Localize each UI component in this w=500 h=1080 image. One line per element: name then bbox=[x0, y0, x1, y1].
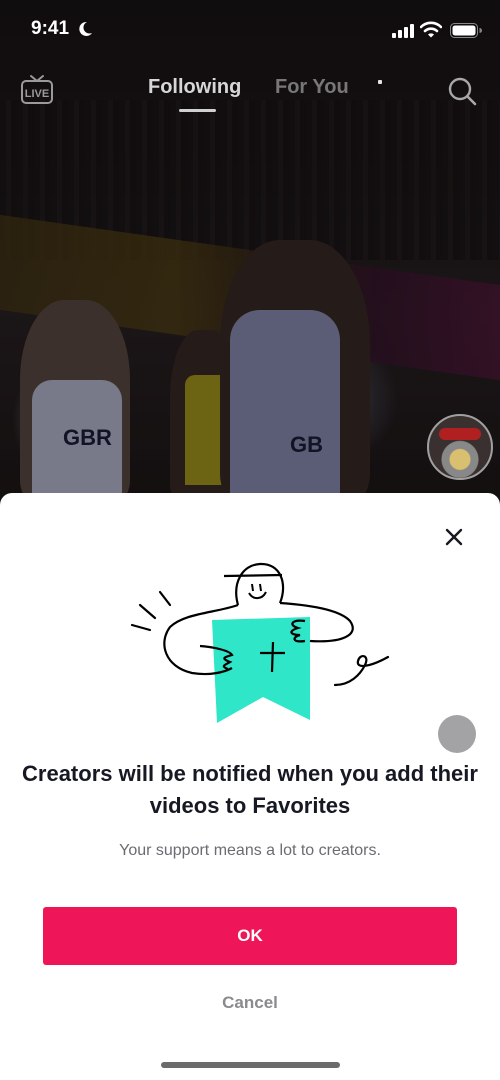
notification-dot bbox=[378, 80, 382, 84]
status-time: 9:41 bbox=[31, 18, 70, 39]
creator-avatar[interactable] bbox=[427, 414, 493, 480]
cancel-button[interactable]: Cancel bbox=[150, 988, 350, 1018]
bookmark-hug-illustration bbox=[130, 562, 390, 723]
live-icon[interactable]: LIVE bbox=[20, 73, 54, 107]
tab-for-you[interactable]: For You bbox=[275, 76, 349, 99]
assistive-touch-dot[interactable] bbox=[438, 715, 476, 753]
close-icon[interactable] bbox=[443, 526, 465, 548]
active-tab-indicator bbox=[179, 109, 216, 112]
signal-icon bbox=[392, 24, 414, 38]
tab-following[interactable]: Following bbox=[148, 76, 241, 99]
home-indicator[interactable] bbox=[161, 1062, 340, 1068]
top-nav: LIVE Following For You bbox=[0, 65, 500, 125]
search-icon[interactable] bbox=[446, 75, 478, 107]
avatar-glasses bbox=[439, 428, 481, 440]
favorites-notice-sheet: Creators will be notified when you add t… bbox=[0, 493, 500, 1080]
ok-button[interactable]: OK bbox=[43, 907, 457, 965]
sheet-title: Creators will be notified when you add t… bbox=[22, 761, 478, 818]
wifi-icon bbox=[420, 21, 442, 38]
status-bar: 9:41 bbox=[0, 0, 500, 60]
sheet-subtitle: Your support means a lot to creators. bbox=[119, 842, 381, 859]
battery-icon bbox=[450, 23, 482, 38]
moon-icon bbox=[79, 21, 92, 36]
live-label: LIVE bbox=[25, 88, 49, 100]
